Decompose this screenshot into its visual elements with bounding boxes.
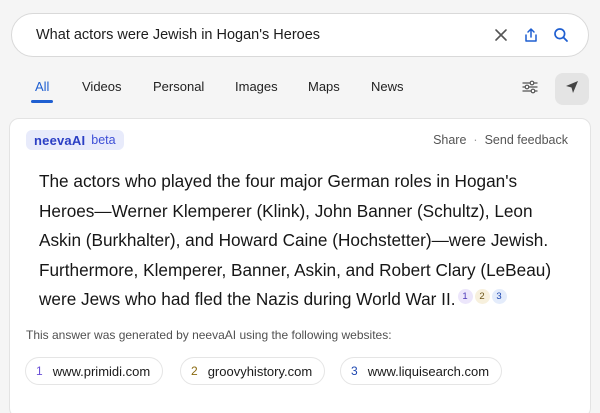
source-url: groovyhistory.com (207, 363, 313, 379)
tab-bar: All Videos Personal Images Maps News (0, 70, 600, 108)
tab-images[interactable]: Images (235, 79, 278, 94)
close-icon[interactable] (486, 20, 516, 50)
search-input[interactable]: What actors were Jewish in Hogan's Heroe… (36, 27, 486, 43)
source-chip-3[interactable]: 3 www.liquisearch.com (340, 357, 503, 385)
filter-button[interactable] (513, 73, 547, 105)
source-number: 1 (36, 364, 43, 378)
location-arrow-icon (565, 80, 579, 99)
separator: · (473, 133, 478, 147)
answer-text-block: The actors who played the four major Ger… (39, 167, 569, 315)
neeva-ai-badge: neevaAI beta (26, 130, 124, 150)
tab-personal[interactable]: Personal (153, 79, 204, 94)
brand-name: neevaAI (34, 132, 86, 148)
active-tab-indicator (31, 100, 53, 103)
source-chip-1[interactable]: 1 www.primidi.com (25, 357, 164, 385)
tab-maps[interactable]: Maps (308, 79, 340, 94)
send-feedback-link[interactable]: Send feedback (485, 133, 568, 147)
location-button[interactable] (555, 73, 589, 105)
source-number: 2 (191, 364, 198, 378)
generated-note: This answer was generated by neevaAI usi… (26, 328, 392, 342)
citation-2[interactable]: 2 (474, 289, 490, 304)
search-icon[interactable] (546, 20, 576, 50)
tab-news[interactable]: News (371, 79, 404, 94)
citation-3[interactable]: 3 (491, 289, 507, 304)
source-number: 3 (351, 364, 358, 378)
answer-text: The actors who played the four major Ger… (39, 171, 552, 309)
filter-sliders-icon (522, 80, 538, 99)
source-url: www.primidi.com (52, 363, 151, 379)
answer-card: neevaAI beta Share · Send feedback The a… (9, 118, 591, 413)
source-url: www.liquisearch.com (367, 363, 490, 379)
search-bar[interactable]: What actors were Jewish in Hogan's Heroe… (11, 13, 589, 57)
citation-1[interactable]: 1 (457, 289, 473, 304)
share-link[interactable]: Share (433, 133, 466, 147)
share-icon[interactable] (516, 20, 546, 50)
beta-label: beta (91, 133, 116, 147)
tab-all[interactable]: All (35, 79, 49, 94)
tab-videos[interactable]: Videos (82, 79, 122, 94)
source-chip-2[interactable]: 2 groovyhistory.com (180, 357, 326, 385)
card-actions: Share · Send feedback (433, 133, 568, 147)
